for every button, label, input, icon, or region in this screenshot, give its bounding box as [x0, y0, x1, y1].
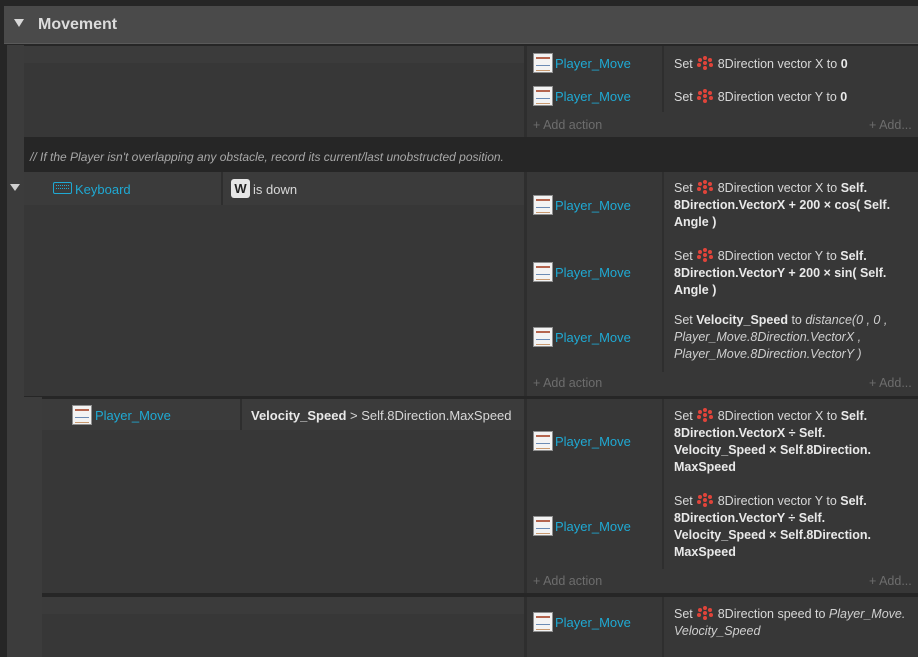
add-action-label: Add action [543, 574, 603, 588]
action-description: 8Direction vector X to [717, 409, 841, 423]
action-description: 8Direction speed to [717, 607, 829, 621]
player-move-sprite-icon [533, 262, 553, 282]
add-action-button[interactable]: + Add action [533, 574, 602, 588]
8direction-behavior-icon [697, 408, 714, 422]
condition-action-divider [524, 597, 527, 657]
add-action-right-button[interactable]: + Add... [869, 118, 912, 132]
action-object-name[interactable]: Player_Move [555, 56, 631, 71]
action-verb: Set [674, 409, 697, 423]
add-action-right-button[interactable]: + Add... [869, 574, 912, 588]
action-text[interactable]: Set 8Direction vector X to 0 [674, 56, 914, 73]
action-verb: Set [674, 494, 697, 508]
variable-name: Velocity_Speed [696, 313, 788, 327]
condition-comparison: > Self.8Direction.MaxSpeed [346, 408, 512, 423]
add-action-button[interactable]: + Add action [533, 376, 602, 390]
collapse-triangle-icon[interactable] [14, 19, 24, 27]
8direction-behavior-icon [697, 606, 714, 620]
player-move-sprite-icon [533, 195, 553, 215]
event-comment[interactable]: // If the Player isn't overlapping any o… [30, 150, 504, 164]
action-column-divider [662, 172, 664, 372]
action-verb: Set [674, 90, 697, 104]
action-object-name[interactable]: Player_Move [555, 434, 631, 449]
player-move-sprite-icon [533, 86, 553, 106]
w-key-icon: W [231, 179, 250, 198]
group-indent-bar [7, 45, 24, 657]
player-move-sprite-icon [533, 516, 553, 536]
add-action-button[interactable]: + Add action [533, 118, 602, 132]
action-text[interactable]: Set 8Direction speed to Player_Move. Vel… [674, 606, 914, 640]
action-verb: Set [674, 313, 697, 327]
action-description: 8Direction vector Y to [717, 494, 841, 508]
action-object-name[interactable]: Player_Move [555, 615, 631, 630]
action-text[interactable]: Set 8Direction vector Y to Self. 8Direct… [674, 248, 914, 299]
8direction-behavior-icon [697, 56, 714, 70]
player-move-sprite-icon [533, 327, 553, 347]
action-object-name[interactable]: Player_Move [555, 330, 631, 345]
condition-action-divider [524, 46, 527, 137]
action-object-name[interactable]: Player_Move [555, 198, 631, 213]
player-move-sprite-icon [533, 53, 553, 73]
action-column-divider [662, 597, 664, 657]
action-text[interactable]: Set 8Direction vector Y to 0 [674, 89, 914, 106]
action-text[interactable]: Set Velocity_Speed to distance(0 , 0 , P… [674, 312, 914, 363]
action-object-name[interactable]: Player_Move [555, 89, 631, 104]
player-move-sprite-icon [533, 612, 553, 632]
player-move-sprite-icon [72, 405, 92, 425]
condition-object-name[interactable]: Player_Move [95, 408, 171, 423]
subevent-indent-bar [24, 397, 42, 657]
condition-action-divider [524, 172, 527, 396]
add-short-label: Add... [879, 118, 912, 132]
action-value: 0 [840, 57, 848, 71]
add-action-label: Add action [543, 118, 603, 132]
condition-object-name[interactable]: Keyboard [75, 182, 131, 197]
action-text[interactable]: Set 8Direction vector X to Self. 8Direct… [674, 180, 914, 231]
action-verb: Set [674, 181, 697, 195]
group-title: Movement [38, 16, 118, 33]
action-value: 0 [840, 90, 848, 104]
player-move-sprite-icon [533, 431, 553, 451]
8direction-behavior-icon [697, 248, 714, 262]
add-action-label: Add action [543, 376, 603, 390]
8direction-behavior-icon [697, 89, 714, 103]
add-short-label: Add... [879, 574, 912, 588]
condition-variable: Velocity_Speed [251, 408, 347, 423]
group-header-movement[interactable]: Movement [4, 6, 918, 44]
action-object-name[interactable]: Player_Move [555, 519, 631, 534]
8direction-behavior-icon [697, 493, 714, 507]
action-verb: Set [674, 607, 697, 621]
add-short-label: Add... [879, 376, 912, 390]
action-verb: Set [674, 249, 697, 263]
condition-column-divider [240, 399, 242, 430]
action-connector: to [787, 313, 806, 327]
keyboard-icon [53, 182, 72, 194]
action-description: 8Direction vector X to [717, 181, 841, 195]
add-action-right-button[interactable]: + Add... [869, 376, 912, 390]
action-column-divider [662, 399, 664, 569]
condition-action-divider [524, 399, 527, 593]
action-description: 8Direction vector X to [717, 57, 841, 71]
action-text[interactable]: Set 8Direction vector Y to Self. 8Direct… [674, 493, 914, 561]
action-description: 8Direction vector Y to [717, 90, 841, 104]
condition-text[interactable]: is down [253, 182, 297, 197]
action-description: 8Direction vector Y to [717, 249, 841, 263]
action-column-divider [662, 46, 664, 112]
action-verb: Set [674, 57, 697, 71]
8direction-behavior-icon [697, 180, 714, 194]
event-1-condition-strip [24, 46, 524, 63]
event-4-condition-strip [42, 597, 524, 614]
action-text[interactable]: Set 8Direction vector X to Self. 8Direct… [674, 408, 914, 476]
condition-column-divider [221, 172, 223, 205]
expand-subevents-triangle-icon[interactable] [10, 184, 20, 191]
action-object-name[interactable]: Player_Move [555, 265, 631, 280]
condition-text[interactable]: Velocity_Speed > Self.8Direction.MaxSpee… [251, 408, 512, 423]
